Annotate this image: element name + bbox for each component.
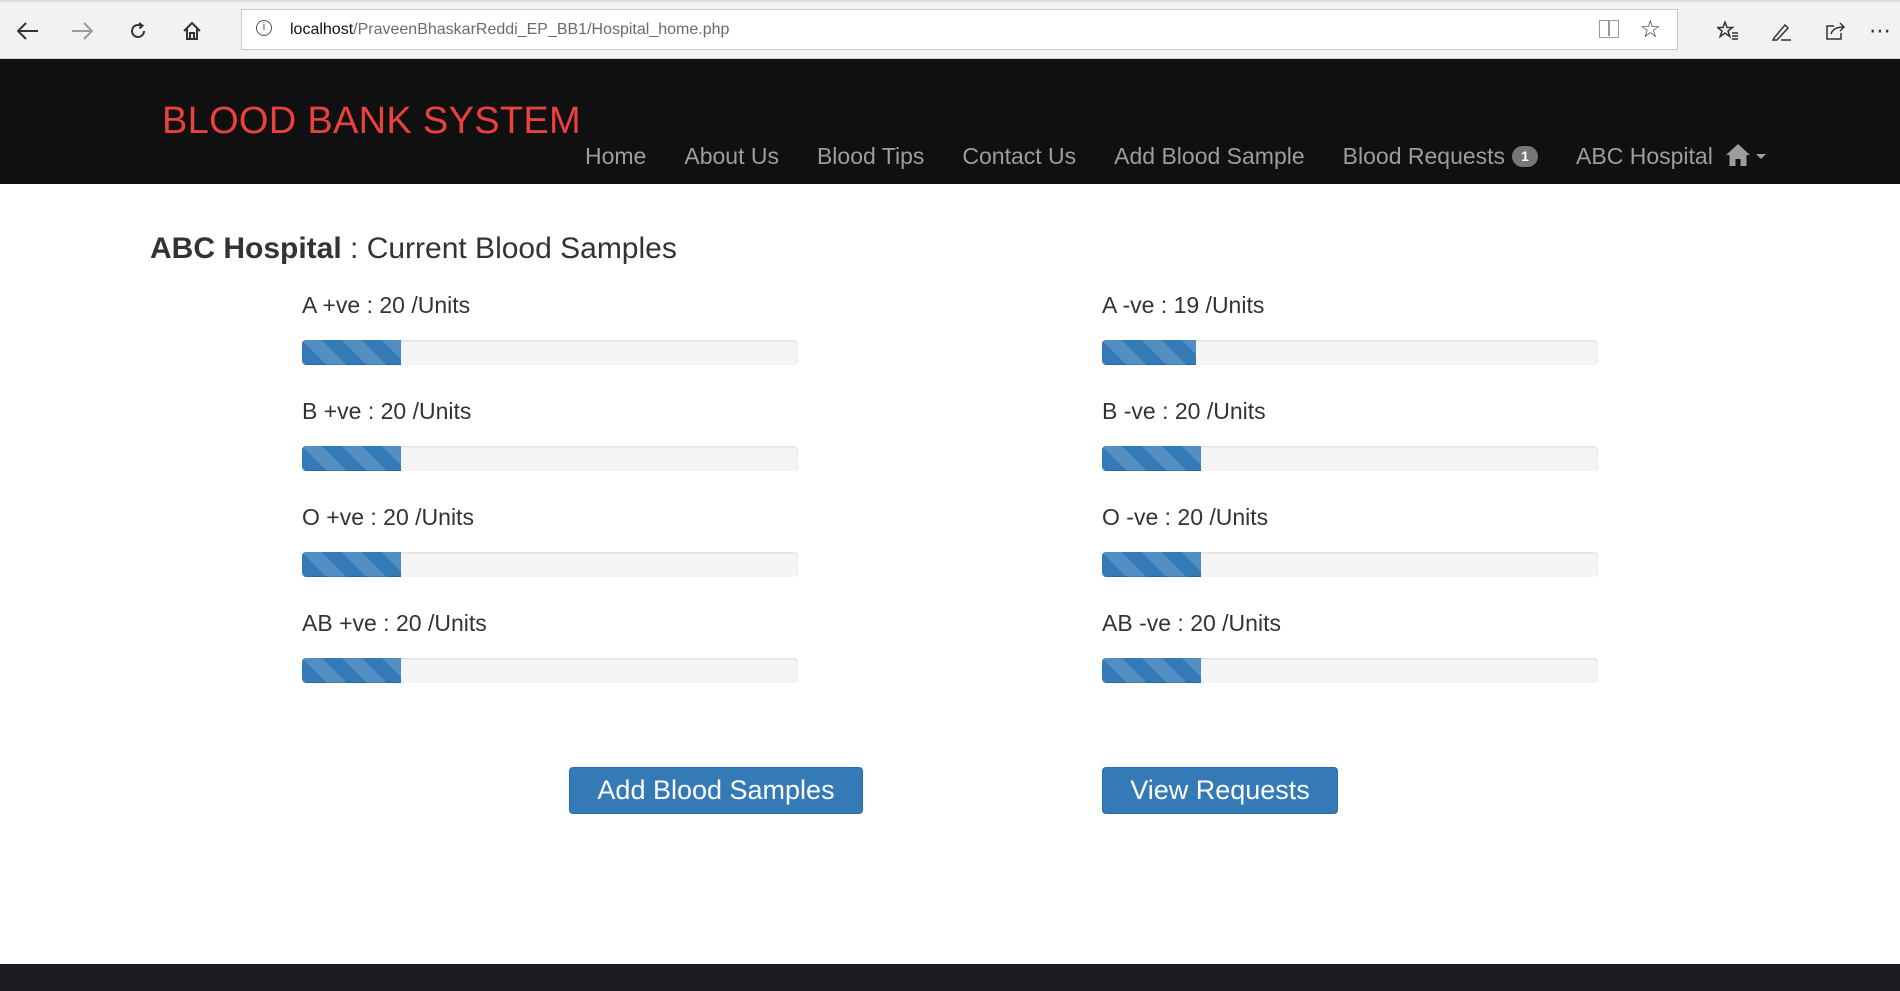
sample-label: AB +ve : 20 /Units <box>302 610 487 636</box>
account-dropdown[interactable]: ABC Hospital <box>1557 143 1785 170</box>
sample-b-neg: B -ve : 20 /Units <box>1102 396 1598 471</box>
nav-item-blood-tips[interactable]: Blood Tips <box>798 143 943 170</box>
sample-o-pos: O +ve : 20 /Units <box>302 502 798 577</box>
sample-label: O +ve : 20 /Units <box>302 504 474 530</box>
progress-track <box>302 658 798 683</box>
sample-ab-pos: AB +ve : 20 /Units <box>302 608 798 683</box>
view-requests-button[interactable]: View Requests <box>1102 767 1338 814</box>
more-icon[interactable]: ⋯ <box>1862 13 1898 49</box>
hospital-name: ABC Hospital <box>150 232 342 265</box>
progress-track <box>1102 340 1598 365</box>
address-bar[interactable]: i localhost/PraveenBhaskarReddi_EP_BB1/H… <box>241 9 1678 50</box>
page-subtitle: : Current Blood Samples <box>341 232 677 265</box>
forward-icon[interactable] <box>62 12 102 50</box>
share-icon[interactable] <box>1816 13 1856 49</box>
requests-count-badge: 1 <box>1512 145 1539 167</box>
progress-bar <box>1102 658 1202 683</box>
brand-title[interactable]: BLOOD BANK SYSTEM <box>162 100 581 143</box>
sample-label: O -ve : 20 /Units <box>1102 504 1269 530</box>
nav-item-blood-requests[interactable]: Blood Requests 1 <box>1324 143 1557 170</box>
progress-bar <box>302 552 402 577</box>
home-icon[interactable] <box>172 12 212 50</box>
browser-toolbar: i localhost/PraveenBhaskarReddi_EP_BB1/H… <box>0 0 1900 59</box>
favorites-list-icon[interactable] <box>1708 13 1748 49</box>
sample-label: A -ve : 19 /Units <box>1102 292 1265 318</box>
progress-track <box>302 340 798 365</box>
sample-a-neg: A -ve : 19 /Units <box>1102 290 1598 365</box>
home-icon <box>1725 144 1750 166</box>
page-footer <box>0 964 1900 991</box>
progress-track <box>302 552 798 577</box>
site-navbar: BLOOD BANK SYSTEM Home About Us Blood Ti… <box>0 59 1900 184</box>
nav-item-add-blood-sample[interactable]: Add Blood Sample <box>1095 143 1324 170</box>
page-title: ABC Hospital : Current Blood Samples <box>150 232 677 266</box>
back-icon[interactable] <box>8 12 48 50</box>
progress-bar <box>302 658 402 683</box>
sample-ab-neg: AB -ve : 20 /Units <box>1102 608 1598 683</box>
reading-view-icon[interactable] <box>1599 20 1619 38</box>
sample-o-neg: O -ve : 20 /Units <box>1102 502 1598 577</box>
sample-label: A +ve : 20 /Units <box>302 292 471 318</box>
url-text: localhost/PraveenBhaskarReddi_EP_BB1/Hos… <box>290 21 729 39</box>
pen-icon[interactable] <box>1762 13 1802 49</box>
account-name: ABC Hospital <box>1576 142 1713 169</box>
sample-a-pos: A +ve : 20 /Units <box>302 290 798 365</box>
progress-bar <box>302 340 402 365</box>
progress-bar <box>1102 552 1202 577</box>
sample-label: AB -ve : 20 /Units <box>1102 610 1281 636</box>
sample-b-pos: B +ve : 20 /Units <box>302 396 798 471</box>
refresh-icon[interactable] <box>118 12 158 50</box>
info-icon[interactable]: i <box>256 20 272 36</box>
add-blood-samples-button[interactable]: Add Blood Samples <box>569 767 863 814</box>
nav-item-contact[interactable]: Contact Us <box>943 143 1095 170</box>
url-path: /PraveenBhaskarReddi_EP_BB1/Hospital_hom… <box>353 21 730 38</box>
progress-track <box>302 446 798 471</box>
sample-label: B +ve : 20 /Units <box>302 398 472 424</box>
url-host: localhost <box>290 21 354 38</box>
progress-bar <box>1102 446 1202 471</box>
progress-track <box>1102 446 1598 471</box>
sample-label: B -ve : 20 /Units <box>1102 398 1266 424</box>
nav-item-home[interactable]: Home <box>566 143 665 170</box>
nav-item-blood-requests-label: Blood Requests <box>1342 142 1506 169</box>
progress-bar <box>302 446 402 471</box>
tab-strip-edge <box>0 0 1900 2</box>
favorite-star-icon[interactable]: ☆ <box>1639 15 1661 44</box>
progress-track <box>1102 552 1598 577</box>
progress-bar <box>1102 340 1197 365</box>
progress-track <box>1102 658 1598 683</box>
dropdown-caret-icon <box>1755 153 1766 159</box>
nav-item-about[interactable]: About Us <box>665 143 798 170</box>
nav-menu: Home About Us Blood Tips Contact Us Add … <box>566 136 1785 176</box>
